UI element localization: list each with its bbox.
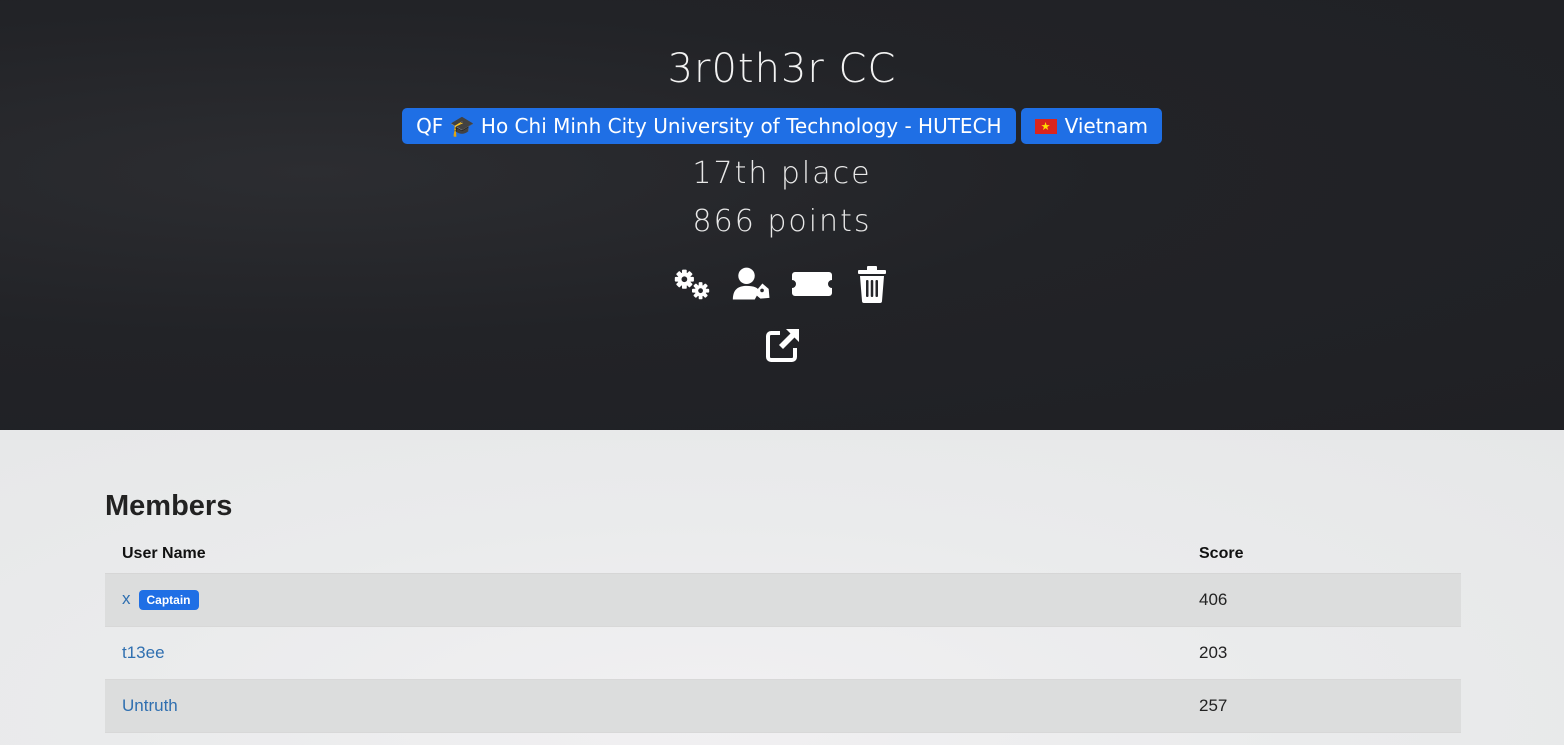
settings-icon[interactable] [671,264,713,304]
table-row: t13ee 203 [105,626,1461,680]
captain-badge: Captain [138,589,199,610]
team-place: 17th place [692,156,872,191]
team-name: 3r0th3r CC [667,46,897,92]
member-link[interactable]: t13ee [122,643,165,662]
external-link-icon[interactable] [764,326,802,364]
team-badges: QF 🎓 Ho Chi Minh City University of Tech… [0,108,1564,144]
member-name-cell: t13ee [105,626,1199,680]
table-row: Untruth 257 [105,679,1461,733]
members-title: Members [105,490,233,522]
member-link[interactable]: Untruth [122,696,178,715]
table-header-row: User Name Score [105,535,1461,574]
member-name-cell: x Captain [105,573,1199,627]
country-text: Vietnam [1064,114,1148,138]
column-header-username: User Name [105,535,1199,574]
trash-icon[interactable] [851,264,893,304]
ticket-icon[interactable] [791,264,833,304]
members-section: Members User Name Score x Captain 406 t13… [0,430,1564,745]
user-tag-icon[interactable] [731,264,773,304]
member-score: 406 [1199,573,1461,627]
member-name-cell: Untruth [105,679,1199,733]
affiliation-badge: QF 🎓 Ho Chi Minh City University of Tech… [402,108,1016,144]
vietnam-flag-icon [1034,118,1057,134]
column-header-score: Score [1199,535,1461,574]
affiliation-text: QF 🎓 Ho Chi Minh City University of Tech… [416,114,1002,138]
team-header: 3r0th3r CC QF 🎓 Ho Chi Minh City Univers… [0,0,1564,430]
team-points: 866 points [692,204,872,239]
member-link[interactable]: x [122,589,131,608]
table-row: x Captain 406 [105,573,1461,627]
members-table: User Name Score x Captain 406 t13ee 203 U… [105,535,1461,733]
country-badge: Vietnam [1020,108,1162,144]
member-score: 203 [1199,626,1461,680]
team-actions [0,264,1564,304]
member-score: 257 [1199,679,1461,733]
